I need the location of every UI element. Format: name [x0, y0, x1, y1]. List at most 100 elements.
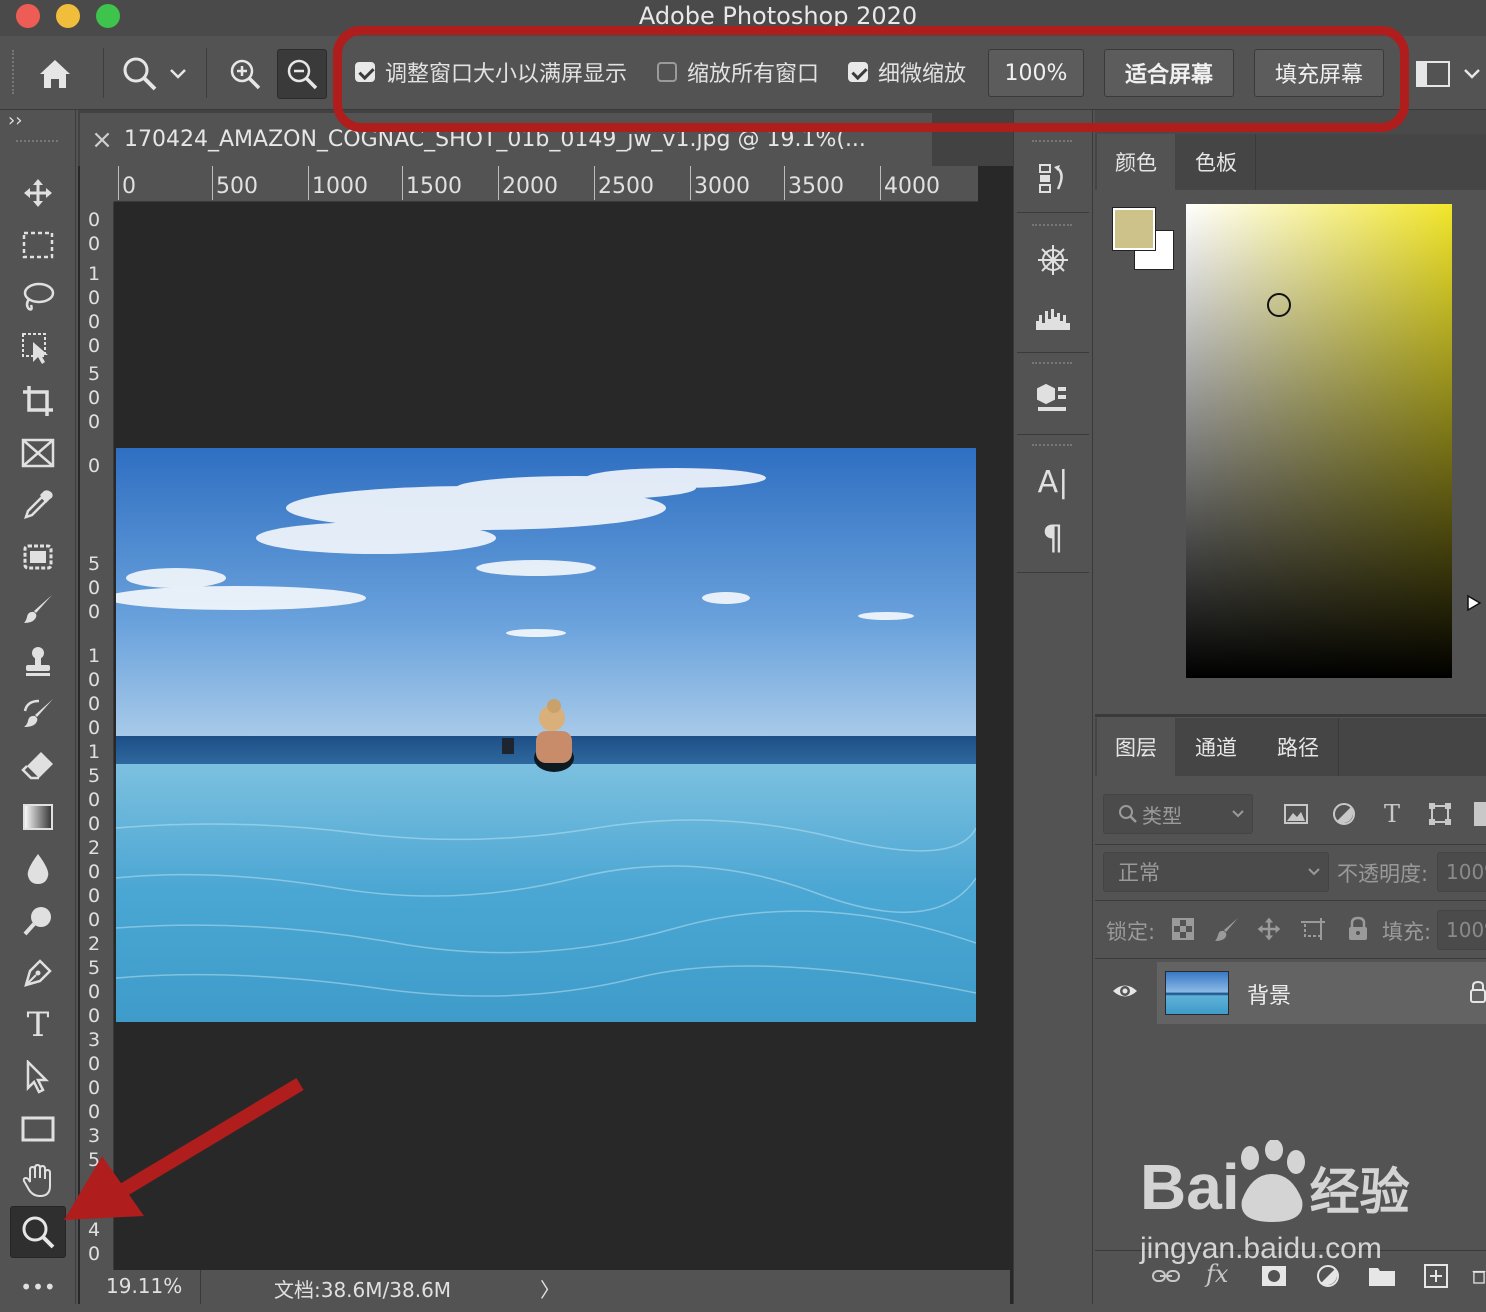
- lock-position-button[interactable]: [1254, 914, 1284, 944]
- opacity-input[interactable]: 100%: [1437, 852, 1486, 892]
- history-panel-button[interactable]: [1017, 156, 1089, 200]
- zoom-in-button[interactable]: [220, 49, 270, 99]
- panel-group-grip[interactable]: [1032, 224, 1072, 226]
- dodge-tool[interactable]: [10, 896, 66, 946]
- filter-smart-object-icon[interactable]: [1474, 802, 1486, 826]
- toolbar-grip[interactable]: [16, 140, 58, 146]
- zoom-tool-preset-picker[interactable]: [114, 49, 194, 99]
- delete-layer-button[interactable]: [1472, 1262, 1486, 1290]
- layer-name[interactable]: 背景: [1247, 978, 1291, 1010]
- divider: [1255, 134, 1256, 190]
- zoom-level-readout[interactable]: 19.11%: [106, 1274, 182, 1298]
- ruler-tick-label: 0: [118, 166, 136, 200]
- color-picker-field[interactable]: [1186, 204, 1452, 678]
- navigator-panel-button[interactable]: [1017, 238, 1089, 282]
- lock-transparency-button[interactable]: [1170, 914, 1196, 944]
- eraser-tool[interactable]: [10, 740, 66, 790]
- foreground-color-swatch[interactable]: [1112, 207, 1156, 251]
- pool-photo: [116, 448, 976, 1022]
- lasso-tool[interactable]: [10, 272, 66, 322]
- lock-icon: [1470, 980, 1486, 1003]
- blend-mode-value: 正常: [1118, 861, 1160, 885]
- lock-all-button[interactable]: [1344, 914, 1372, 944]
- 3d-panel-button[interactable]: [1017, 376, 1089, 420]
- character-panel-button[interactable]: A|: [1017, 458, 1089, 506]
- brush-icon: [24, 595, 52, 623]
- tab-color[interactable]: 颜色: [1097, 134, 1175, 190]
- options-bar-grip[interactable]: [12, 50, 18, 94]
- filter-shape-layer-icon[interactable]: [1424, 798, 1456, 830]
- move-tool[interactable]: [10, 168, 66, 218]
- ruler-tick-label: 0: [87, 1005, 101, 1027]
- more-tools-button[interactable]: •••: [10, 1262, 66, 1312]
- panel-group-grip[interactable]: [1032, 140, 1072, 142]
- layer-row[interactable]: 背景: [1097, 962, 1486, 1024]
- expand-toolbar-button[interactable]: ››: [8, 110, 22, 131]
- frame-tool[interactable]: [10, 428, 66, 478]
- layer-filter-dropdown[interactable]: 类型: [1103, 794, 1253, 834]
- panel-group-grip[interactable]: [1032, 444, 1072, 446]
- panel-separator[interactable]: [1095, 714, 1486, 717]
- ruler-tick-label: 5: [87, 765, 101, 787]
- close-tab-icon[interactable]: ×: [80, 125, 124, 155]
- eyedropper-icon: [24, 490, 53, 519]
- ruler-tick-label: 500: [212, 166, 258, 200]
- paragraph-panel-button[interactable]: ¶: [1017, 514, 1089, 562]
- ruler-origin[interactable]: [80, 166, 114, 202]
- ruler-tick-label: 3500: [784, 166, 844, 200]
- pen-tool[interactable]: [10, 948, 66, 998]
- chevron-down-icon: [170, 69, 186, 79]
- color-slider-handle[interactable]: [1466, 594, 1482, 616]
- checkerboard-icon: [1172, 918, 1194, 940]
- ruler-tick-label: 1500: [402, 166, 462, 200]
- divider: [200, 1270, 201, 1304]
- filter-type-layer-icon[interactable]: T: [1376, 798, 1408, 830]
- layer-visibility-toggle[interactable]: [1111, 980, 1139, 1006]
- zoom-out-button[interactable]: [277, 49, 327, 99]
- type-tool[interactable]: T: [10, 1000, 66, 1050]
- clone-stamp-tool[interactable]: [10, 636, 66, 686]
- crop-tool[interactable]: [10, 376, 66, 426]
- object-select-icon: [22, 333, 48, 364]
- ruler-tick-label: 0: [87, 411, 101, 433]
- horizontal-ruler[interactable]: 0 500 1000 1500 2000 2500 3000 3500 4000: [114, 166, 978, 202]
- color-picker-handle[interactable]: [1267, 293, 1291, 317]
- eyedropper-tool[interactable]: [10, 480, 66, 530]
- blend-mode-dropdown[interactable]: 正常: [1103, 852, 1329, 892]
- lock-artboard-button[interactable]: [1298, 914, 1328, 944]
- tab-paths[interactable]: 路径: [1258, 718, 1338, 776]
- tab-swatches[interactable]: 色板: [1177, 134, 1255, 190]
- panel-group-grip[interactable]: [1032, 362, 1072, 364]
- status-menu-arrow[interactable]: 〉: [540, 1274, 560, 1303]
- healing-brush-tool[interactable]: [10, 532, 66, 582]
- artboard-icon: [1301, 918, 1325, 940]
- plus-square-icon: [1424, 1264, 1448, 1288]
- brush-tool[interactable]: [10, 584, 66, 634]
- pen-icon: [24, 959, 52, 987]
- add-mask-button[interactable]: [1258, 1262, 1290, 1290]
- blur-tool[interactable]: [10, 844, 66, 894]
- history-brush-tool[interactable]: [10, 688, 66, 738]
- fill-input[interactable]: 100%: [1437, 910, 1486, 950]
- lock-image-pixels-button[interactable]: [1212, 914, 1242, 944]
- ruler-tick-label: 3000: [690, 166, 750, 200]
- workspace-switcher[interactable]: [1410, 49, 1486, 99]
- tab-layers[interactable]: 图层: [1097, 718, 1175, 776]
- new-layer-button[interactable]: [1420, 1262, 1452, 1290]
- tab-channels[interactable]: 通道: [1177, 718, 1255, 776]
- gradient-tool[interactable]: [10, 792, 66, 842]
- histogram-panel-button[interactable]: [1017, 296, 1089, 340]
- filter-adjustment-layer-icon[interactable]: [1328, 798, 1360, 830]
- document-image[interactable]: [116, 448, 976, 1022]
- marquee-tool[interactable]: [10, 220, 66, 270]
- filter-pixel-layer-icon[interactable]: [1280, 798, 1312, 830]
- ruler-tick-label: 0: [87, 287, 101, 309]
- gradient-icon: [23, 804, 53, 830]
- ruler-tick-label: 0: [87, 669, 101, 691]
- object-selection-tool[interactable]: [10, 324, 66, 374]
- home-button[interactable]: [28, 49, 82, 99]
- link-layers-button[interactable]: [1150, 1262, 1182, 1290]
- move-icon: [1257, 917, 1281, 941]
- new-adjustment-layer-button[interactable]: [1312, 1262, 1344, 1290]
- new-group-button[interactable]: [1366, 1262, 1398, 1290]
